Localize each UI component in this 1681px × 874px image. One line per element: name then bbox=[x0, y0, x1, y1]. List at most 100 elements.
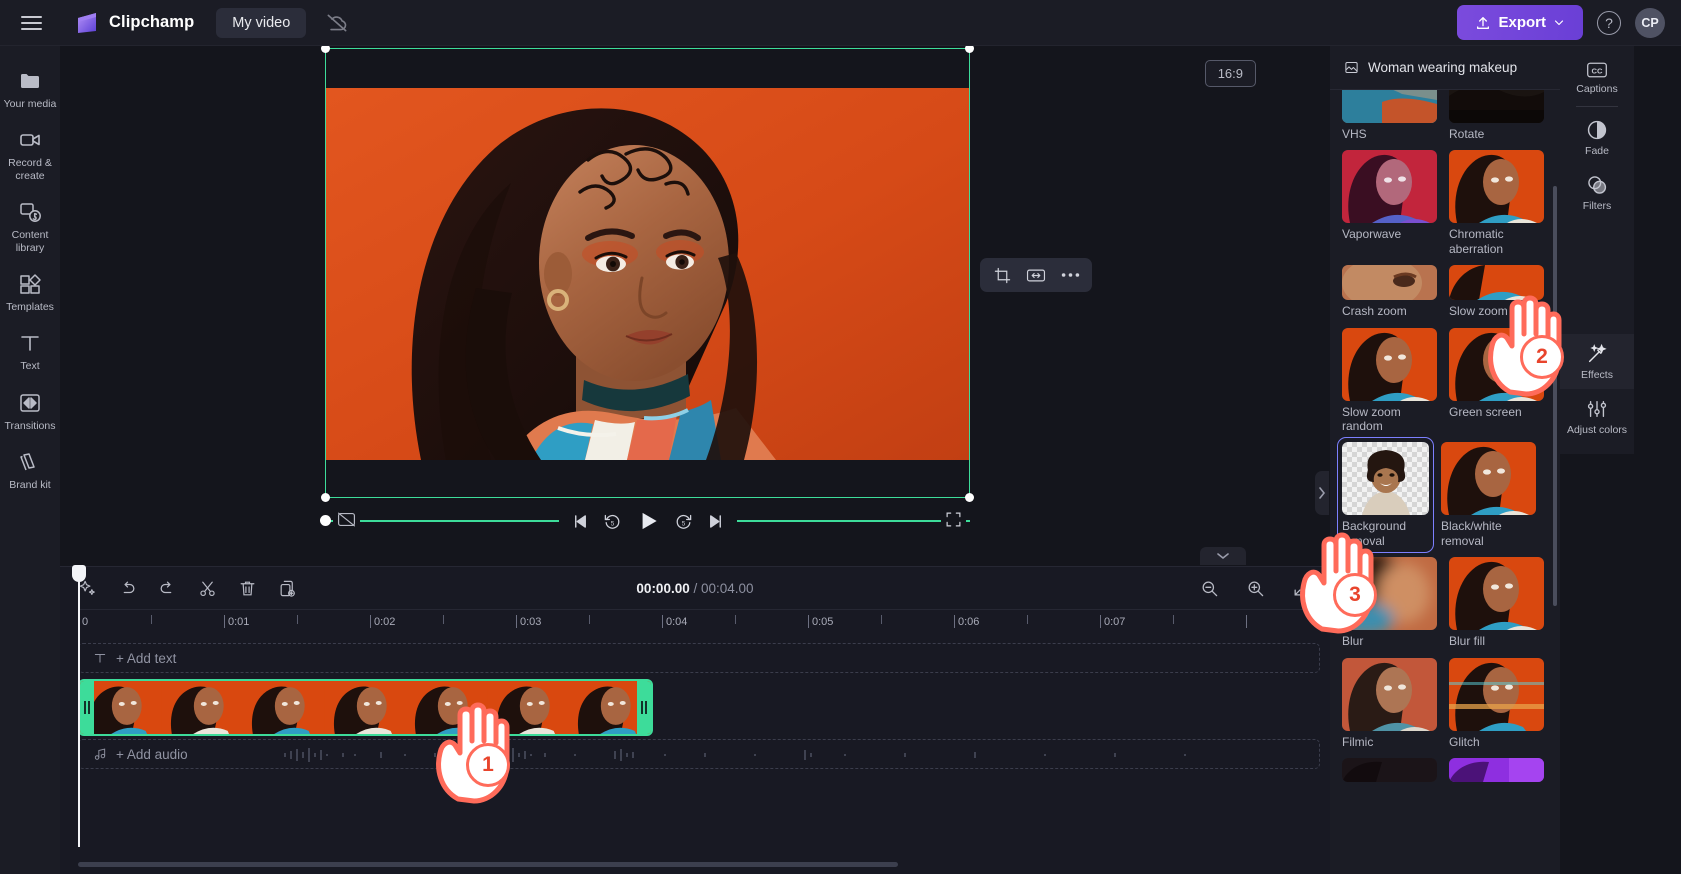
sidebar-item-your-media[interactable]: Your media bbox=[0, 60, 60, 119]
sidebar-item-brand-kit[interactable]: Brand kit bbox=[0, 441, 60, 500]
chevron-down-icon bbox=[1554, 19, 1564, 25]
sidebar-item-transitions[interactable]: Transitions bbox=[0, 382, 60, 441]
export-button[interactable]: Export bbox=[1457, 5, 1583, 40]
playhead[interactable] bbox=[72, 565, 86, 847]
effects-panel-scrollbar[interactable] bbox=[1553, 186, 1557, 606]
aspect-ratio-badge[interactable]: 16:9 bbox=[1204, 60, 1256, 87]
sidebar-label: Your media bbox=[3, 98, 57, 110]
add-audio-label: + Add audio bbox=[116, 746, 188, 762]
tab-fade[interactable]: Fade bbox=[1560, 110, 1634, 165]
play-icon[interactable] bbox=[635, 508, 661, 534]
effect-item[interactable]: Glitch bbox=[1449, 657, 1544, 749]
tab-captions[interactable]: CC Captions bbox=[1560, 52, 1634, 103]
clip-thumbnail bbox=[324, 681, 407, 734]
ruler-label: 0:06 bbox=[958, 616, 980, 628]
duplicate-icon[interactable] bbox=[272, 573, 302, 603]
preview-float-toolbar bbox=[980, 258, 1092, 292]
effect-thumbnail bbox=[1449, 265, 1544, 301]
effect-thumbnail bbox=[1342, 757, 1437, 782]
cloud-off-icon[interactable] bbox=[324, 10, 350, 36]
brand: Clipchamp bbox=[74, 12, 194, 34]
tab-label: Adjust colors bbox=[1566, 424, 1628, 437]
effect-label: Background removal bbox=[1342, 519, 1407, 548]
clip-trim-handle-left[interactable] bbox=[80, 681, 94, 734]
timeline-ruler[interactable]: 0 0:01 0:02 0:03 0:04 0:05 0:06 0:07 bbox=[78, 609, 1330, 637]
player-progress-knob[interactable] bbox=[320, 515, 331, 526]
effect-label: Slow zoom bbox=[1449, 304, 1508, 319]
clip-thumbnail bbox=[161, 681, 244, 734]
crop-icon[interactable] bbox=[988, 262, 1016, 288]
help-icon[interactable]: ? bbox=[1597, 10, 1621, 35]
ruler-label: 0:03 bbox=[520, 616, 542, 628]
forward-5-icon[interactable]: 5 bbox=[674, 512, 693, 531]
zoom-out-icon[interactable] bbox=[1194, 573, 1224, 603]
fullscreen-icon[interactable] bbox=[941, 511, 966, 528]
sidebar-item-content-library[interactable]: Content library bbox=[0, 191, 60, 263]
add-audio-track[interactable]: + Add audio bbox=[78, 739, 1320, 769]
skip-next-icon[interactable] bbox=[706, 512, 725, 531]
project-name-button[interactable]: My video bbox=[216, 7, 307, 38]
right-panel-collapse-button[interactable] bbox=[1315, 471, 1329, 515]
tab-adjust-colors[interactable]: Adjust colors bbox=[1560, 389, 1634, 444]
effect-thumbnail bbox=[1449, 150, 1544, 224]
effect-item[interactable] bbox=[1449, 757, 1544, 782]
effect-label: Rotate bbox=[1449, 127, 1485, 141]
skip-previous-icon[interactable] bbox=[571, 512, 590, 531]
sidebar-label: Record & create bbox=[8, 157, 52, 182]
timeline-horizontal-scrollbar[interactable] bbox=[78, 862, 898, 867]
tab-filters[interactable]: Filters bbox=[1560, 165, 1634, 220]
hamburger-icon[interactable] bbox=[8, 15, 54, 30]
fit-timeline-icon[interactable] bbox=[1286, 573, 1316, 603]
tab-effects[interactable]: Effects bbox=[1560, 334, 1634, 390]
effect-label: Crash zoom bbox=[1342, 304, 1407, 319]
total-time: 00:04.00 bbox=[701, 580, 754, 596]
effect-item[interactable]: Blur fill bbox=[1449, 557, 1544, 648]
sidebar-label: Content library bbox=[11, 229, 49, 254]
effect-item[interactable]: Slow zoom bbox=[1449, 265, 1544, 318]
content-library-icon bbox=[18, 200, 42, 224]
video-preview-frame[interactable] bbox=[321, 44, 974, 502]
sidebar-item-text[interactable]: Text bbox=[0, 322, 60, 381]
zoom-in-icon[interactable] bbox=[1240, 573, 1270, 603]
clipchamp-logo-icon bbox=[74, 12, 100, 34]
effect-item[interactable]: VHS bbox=[1342, 90, 1437, 141]
effect-label: Filmic bbox=[1342, 734, 1374, 749]
effect-item[interactable]: Black/white removal bbox=[1441, 442, 1536, 548]
effect-item[interactable]: Vaporwave bbox=[1342, 150, 1437, 256]
trash-icon[interactable] bbox=[232, 573, 262, 603]
effect-item[interactable]: Slow zoom random bbox=[1342, 327, 1437, 434]
effect-item[interactable]: Crash zoom bbox=[1342, 265, 1437, 318]
fit-icon[interactable] bbox=[1022, 262, 1050, 288]
effects-panel-header: Woman wearing makeup bbox=[1330, 46, 1560, 90]
effect-item[interactable]: Rotate bbox=[1449, 90, 1544, 141]
sidebar-item-templates[interactable]: Templates bbox=[0, 263, 60, 322]
fade-icon bbox=[1586, 119, 1608, 141]
redo-icon[interactable] bbox=[152, 573, 182, 603]
magic-wand-icon bbox=[1586, 343, 1608, 365]
effect-item[interactable]: Filmic bbox=[1342, 657, 1437, 749]
undo-icon[interactable] bbox=[112, 573, 142, 603]
effect-label: Green screen bbox=[1449, 404, 1522, 419]
tab-label: Fade bbox=[1585, 145, 1609, 158]
rewind-5-icon[interactable]: 5 bbox=[603, 512, 622, 531]
effect-item[interactable] bbox=[1342, 757, 1437, 782]
add-text-track[interactable]: + Add text bbox=[78, 643, 1320, 673]
player-transport: 5 5 bbox=[558, 501, 737, 541]
scissors-icon[interactable] bbox=[192, 573, 222, 603]
timeline-clip[interactable] bbox=[78, 679, 653, 736]
timeline-tool-group bbox=[60, 573, 302, 603]
captions-off-icon[interactable] bbox=[333, 511, 360, 528]
clip-trim-handle-right[interactable] bbox=[637, 681, 651, 734]
callout-badge-1: 1 bbox=[466, 743, 510, 787]
ellipsis-icon[interactable] bbox=[1056, 262, 1084, 288]
sidebar-item-record-create[interactable]: Record & create bbox=[0, 119, 60, 191]
effect-thumbnail bbox=[1342, 327, 1437, 401]
effects-grid[interactable]: VHS Rotate Vaporwave Chromatic aberratio… bbox=[1330, 90, 1560, 874]
timeline-collapse-button[interactable] bbox=[1200, 547, 1246, 565]
avatar[interactable]: CP bbox=[1635, 7, 1665, 38]
effect-item[interactable]: Chromatic aberration bbox=[1449, 150, 1544, 256]
effects-panel-title: Woman wearing makeup bbox=[1368, 60, 1518, 75]
brand-kit-icon bbox=[18, 450, 42, 474]
top-bar-right: Export ? CP bbox=[1457, 5, 1681, 40]
effect-item-background-removal[interactable]: Background removal bbox=[1337, 437, 1434, 554]
